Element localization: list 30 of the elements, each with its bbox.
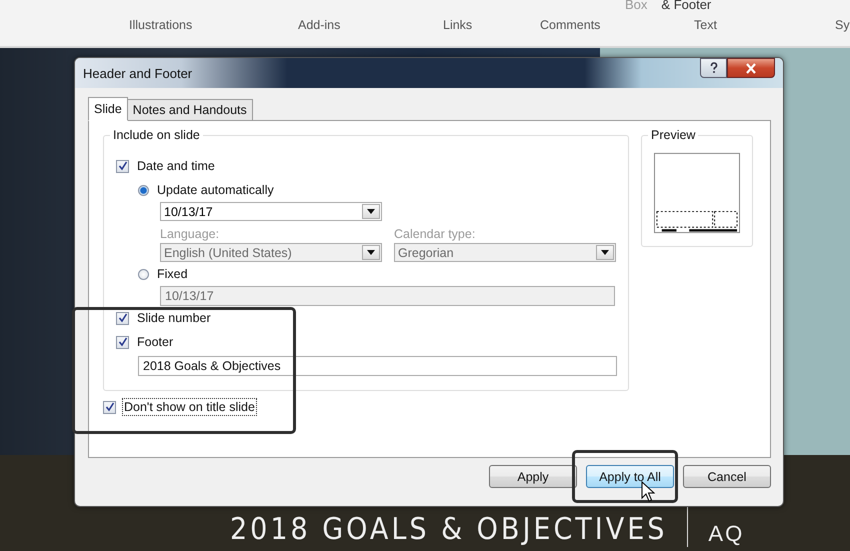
fixed-date-field[interactable]: 10/13/17 [160,286,615,306]
tab[interactable]: Slide [88,97,128,121]
ribbon-label[interactable]: & Footer [661,0,712,12]
language-dropdown[interactable]: English (United States) [160,243,382,262]
checkbox-label[interactable]: Slide number [137,311,211,325]
tab[interactable]: Notes and Handouts [126,99,253,120]
ribbon-group-label: Add-ins [298,18,340,32]
field-label: Language: [160,227,220,241]
dialog-button[interactable]: Cancel [683,465,771,488]
date-dropdown[interactable]: 10/13/17 [160,202,382,221]
radio-label[interactable]: Update automatically [157,183,274,197]
window-title: Header and Footer [83,66,192,80]
slide-subtitle: AQ [708,521,744,547]
field-label: Calendar type: [394,227,476,241]
ribbon-group-label: Sy [835,18,850,32]
ribbon-group-label: Comments [540,18,600,32]
group-legend: Include on slide [110,128,203,142]
slide-title: 2018 GOALS & OBJECTIVES [230,512,668,547]
ribbon-group-label: Illustrations [129,18,192,32]
checkbox-label[interactable]: Don't show on title slide [124,400,255,414]
dialog-button[interactable]: Apply [489,465,577,488]
checkbox-label[interactable]: Date and time [137,159,215,173]
checkbox-label[interactable]: Footer [137,335,174,349]
ribbon-group-label: Text [694,18,717,32]
ribbon-group-label: Links [443,18,472,32]
calendar-dropdown[interactable]: Gregorian [394,243,616,262]
footer-text-field[interactable]: 2018 Goals & Objectives [138,356,617,376]
dialog-button[interactable]: Apply to All [586,465,674,488]
radio-label[interactable]: Fixed [157,267,188,281]
group-legend: Preview [648,128,698,142]
